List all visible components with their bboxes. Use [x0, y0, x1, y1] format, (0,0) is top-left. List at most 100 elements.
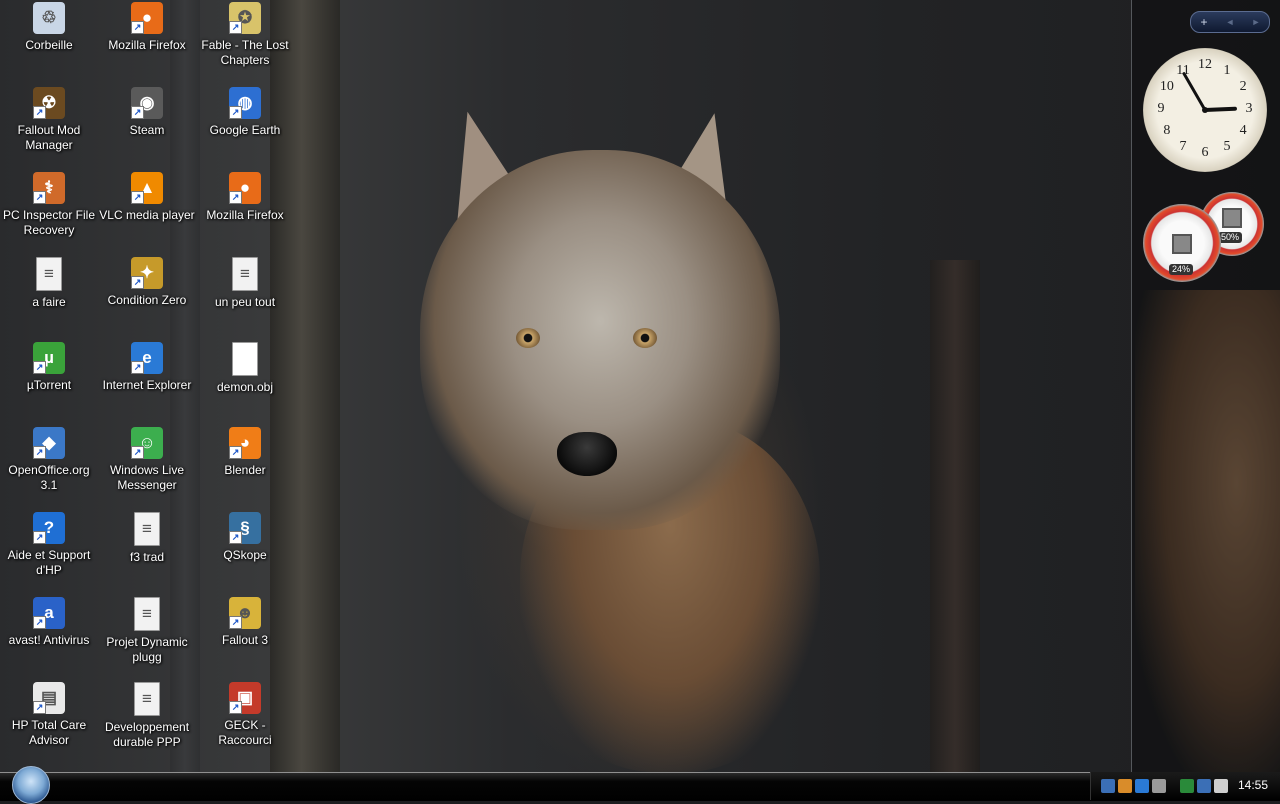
desktop-icon[interactable]: ♲ Corbeille [1, 2, 97, 53]
fallout3-icon: ☻ ↗ [229, 597, 261, 629]
desktop-icon-label: Mozilla Firefox [206, 208, 284, 222]
desktop-icon[interactable]: ⚕ ↗ PC Inspector File Recovery [1, 172, 97, 238]
desktop-icon[interactable]: ☻ ↗ Fallout 3 [197, 597, 293, 648]
network-icon[interactable] [1101, 779, 1115, 793]
desktop-icon[interactable]: µ ↗ µTorrent [1, 342, 97, 393]
desktop-icon[interactable]: ✦ ↗ Condition Zero [99, 257, 195, 308]
desktop-icon-label: QSkope [223, 548, 267, 562]
clock-number: 8 [1163, 123, 1171, 138]
text-file-icon: ≡ [134, 682, 160, 716]
text-file-icon: ≡ [134, 512, 160, 546]
openoffice-icon: ◆ ↗ [33, 427, 65, 459]
clock-number: 6 [1201, 145, 1209, 160]
desktop-icon[interactable]: ≡ Projet Dynamic plugg [99, 597, 195, 665]
taskbar [0, 772, 1280, 801]
volume-icon[interactable] [1214, 779, 1228, 793]
desktop-icon-label: Condition Zero [107, 293, 187, 307]
add-gadget-button[interactable]: + [1191, 15, 1217, 29]
desktop-icon[interactable]: ● ↗ Mozilla Firefox [99, 2, 195, 53]
desktop-icon[interactable]: ◉ ↗ Steam [99, 87, 195, 138]
desktop-icon[interactable]: ≡ Developpement durable PPP [99, 682, 195, 750]
desktop-icon-label: Google Earth [209, 123, 281, 137]
shortcut-arrow-icon: ↗ [33, 531, 46, 544]
desktop-icon[interactable]: ☢ ↗ Fallout Mod Manager [1, 87, 97, 153]
desktop-icon[interactable]: ◕ ↗ Blender [197, 427, 293, 478]
shortcut-arrow-icon: ↗ [131, 276, 144, 289]
desktop-icon-label: VLC media player [99, 208, 195, 222]
desktop-icon[interactable]: ☺ ↗ Windows Live Messenger [99, 427, 195, 493]
desktop-icon[interactable]: § ↗ QSkope [197, 512, 293, 563]
desktop-icon-label: GECK - Raccourci [218, 718, 272, 747]
desktop-icon[interactable]: ≡ un peu tout [197, 257, 293, 310]
clock-number: 11 [1176, 62, 1190, 78]
desktop-icon-label: Fallout 3 [221, 633, 269, 647]
clock-hour-hand [1203, 106, 1237, 112]
shortcut-arrow-icon: ↗ [131, 106, 144, 119]
desktop-icon-label: µTorrent [26, 378, 72, 392]
shortcut-arrow-icon: ↗ [229, 21, 242, 34]
desktop-icon-label: Projet Dynamic plugg [106, 635, 188, 664]
memory-meter-value: 50% [1218, 232, 1243, 243]
desktop-icon[interactable]: ? ↗ Aide et Support d'HP [1, 512, 97, 578]
shortcut-arrow-icon: ↗ [33, 616, 46, 629]
shortcut-arrow-icon: ↗ [229, 106, 242, 119]
cpu-meter-gadget[interactable]: 24% [1143, 204, 1221, 282]
start-button[interactable] [12, 766, 50, 804]
shortcut-arrow-icon: ↗ [229, 531, 242, 544]
desktop-icon-label: Fable - The Lost Chapters [201, 38, 289, 67]
desktop-icon[interactable]: a ↗ avast! Antivirus [1, 597, 97, 648]
desktop-icon[interactable]: ✪ ↗ Fable - The Lost Chapters [197, 2, 293, 68]
clock-number: 4 [1239, 123, 1247, 138]
python-icon: § ↗ [229, 512, 261, 544]
shortcut-arrow-icon: ↗ [131, 446, 144, 459]
desktop-icon[interactable]: ▤ ↗ HP Total Care Advisor [1, 682, 97, 748]
sidebar-controls: + ◄ ► [1190, 11, 1270, 33]
desktop-icon[interactable]: ≡ a faire [1, 257, 97, 310]
clock-number: 1 [1223, 62, 1231, 78]
people-icon[interactable] [1118, 779, 1132, 793]
desktop-icon-label: f3 trad [129, 550, 165, 564]
desktop-icon[interactable]: ≡ f3 trad [99, 512, 195, 565]
desktop-icon-label: Developpement durable PPP [104, 720, 190, 749]
hp-icon[interactable] [1180, 779, 1194, 793]
shortcut-arrow-icon: ↗ [33, 701, 46, 714]
help-support-icon: ? ↗ [33, 512, 65, 544]
clock-gadget[interactable]: 12 1 2 3 4 5 6 7 8 9 10 11 [1143, 48, 1267, 172]
desktop-icon[interactable]: ◍ ↗ Google Earth [197, 87, 293, 138]
monitor-icon[interactable] [1152, 779, 1166, 793]
clock-number: 5 [1223, 139, 1231, 155]
desktop-icon-label: Blender [224, 463, 266, 477]
next-gadget-button[interactable]: ► [1243, 17, 1269, 27]
wolf-nose [557, 432, 617, 476]
desktop-icon[interactable]: demon.obj [197, 342, 293, 395]
desktop-icon-label: Steam [129, 123, 165, 137]
desktop-icon-label: OpenOffice.org 3.1 [8, 463, 90, 492]
clock-number: 3 [1245, 101, 1253, 116]
network-status-icon[interactable] [1197, 779, 1211, 793]
desktop-icon-label: Corbeille [25, 38, 73, 52]
update-icon[interactable] [1135, 779, 1149, 793]
memory-chip-icon [1222, 208, 1242, 228]
desktop-icon[interactable]: e ↗ Internet Explorer [99, 342, 195, 393]
desktop-icon[interactable]: ▲ ↗ VLC media player [99, 172, 195, 223]
google-earth-icon: ◍ ↗ [229, 87, 261, 119]
hp-total-care-icon: ▤ ↗ [33, 682, 65, 714]
desktop-icon-label: avast! Antivirus [8, 633, 90, 647]
taskbar-clock[interactable]: 14:55 [1238, 778, 1268, 792]
condition-zero-icon: ✦ ↗ [131, 257, 163, 289]
shortcut-arrow-icon: ↗ [33, 361, 46, 374]
desktop-icon[interactable]: ◆ ↗ OpenOffice.org 3.1 [1, 427, 97, 493]
shortcut-arrow-icon: ↗ [229, 616, 242, 629]
desktop-icon[interactable]: ▣ ↗ GECK - Raccourci [197, 682, 293, 748]
prev-gadget-button[interactable]: ◄ [1217, 17, 1243, 27]
desktop-icon-label: Internet Explorer [102, 378, 192, 392]
shortcut-arrow-icon: ↗ [229, 701, 242, 714]
utorrent-icon: µ ↗ [33, 342, 65, 374]
firefox-icon: ● ↗ [131, 2, 163, 34]
desktop-icon-label: Windows Live Messenger [109, 463, 185, 492]
clock-number: 2 [1239, 79, 1247, 94]
blank-file-icon [232, 342, 258, 376]
desktop-icon[interactable]: ● ↗ Mozilla Firefox [197, 172, 293, 223]
cpu-meter-value: 24% [1169, 264, 1194, 275]
recycle-bin-icon: ♲ [33, 2, 65, 34]
